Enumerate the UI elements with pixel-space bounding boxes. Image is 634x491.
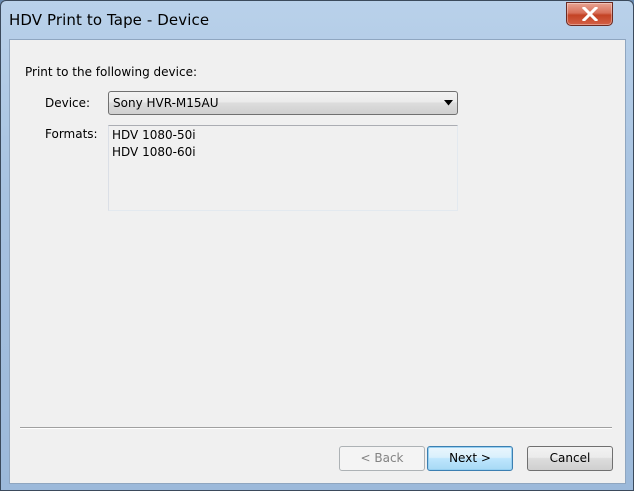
chevron-down-icon [444,100,453,106]
cancel-button[interactable]: Cancel [527,446,613,471]
next-button[interactable]: Next > [427,446,513,471]
list-item[interactable]: HDV 1080-50i [112,128,196,142]
list-item[interactable]: HDV 1080-60i [112,145,196,159]
dialog-body: Print to the following device: Device: S… [9,39,626,484]
device-dropdown[interactable]: Sony HVR-M15AU [108,91,458,115]
formats-list[interactable]: HDV 1080-50i HDV 1080-60i [108,125,458,211]
dialog-window: HDV Print to Tape - Device Print to the … [0,0,634,491]
formats-label: Formats: [45,127,98,141]
device-selected-value: Sony HVR-M15AU [113,96,219,110]
close-button[interactable] [566,2,613,26]
print-heading: Print to the following device: [25,65,198,79]
close-icon [582,7,598,21]
title-bar[interactable]: HDV Print to Tape - Device [1,1,633,39]
window-title: HDV Print to Tape - Device [9,11,210,29]
device-label: Device: [45,96,91,110]
back-button[interactable]: < Back [339,446,425,471]
button-separator [20,427,612,429]
